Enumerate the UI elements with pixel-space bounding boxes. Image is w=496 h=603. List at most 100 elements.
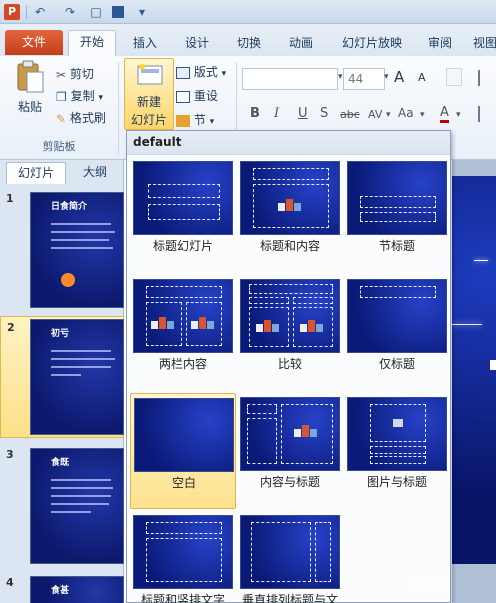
watermark-logo: 亿速云	[410, 577, 447, 591]
content-placeholder	[293, 307, 333, 347]
title-placeholder	[146, 522, 222, 534]
layout-title-slide[interactable]: 标题幻灯片	[130, 157, 236, 273]
section-icon	[176, 114, 190, 127]
tab-slideshow[interactable]: 幻灯片放映	[332, 32, 412, 56]
slide-thumbnail[interactable]: 食甚	[30, 576, 124, 603]
slide-number: 4	[6, 576, 14, 589]
layout-button[interactable]: 版式 ▾	[176, 62, 226, 82]
picture-icon	[393, 419, 403, 427]
slide-thumbnail-row[interactable]: 3 食既	[0, 444, 124, 568]
tab-animations[interactable]: 动画	[280, 32, 322, 56]
slide-thumbnail-row[interactable]: 4 食甚	[0, 572, 124, 603]
clear-formatting-icon[interactable]	[446, 68, 462, 86]
layout-blank[interactable]: 空白	[130, 393, 236, 509]
section-button[interactable]: 节 ▾	[176, 110, 214, 130]
shrink-font-button[interactable]: A	[418, 71, 426, 84]
sun-image	[61, 273, 75, 287]
font-size-input[interactable]: 44	[343, 68, 385, 90]
grow-font-button[interactable]: A	[394, 68, 404, 86]
layout-comparison[interactable]: 比较	[237, 275, 343, 391]
section-label: 节	[193, 113, 206, 127]
layout-title-only[interactable]: 仅标题	[344, 275, 450, 391]
new-document-icon[interactable]: □	[88, 4, 104, 20]
slide-thumbnail[interactable]: 食既	[30, 448, 124, 564]
undo-icon[interactable]: ↶	[32, 4, 48, 20]
chevron-down-icon[interactable]: ▾	[386, 110, 391, 120]
tab-review[interactable]: 审阅	[420, 32, 460, 56]
layout-thumbnail	[133, 515, 233, 589]
slide-text-line	[51, 511, 91, 513]
title-placeholder	[370, 446, 426, 454]
tab-insert[interactable]: 插入	[124, 32, 166, 56]
copy-button[interactable]: ❐ 复制 ▾	[56, 86, 103, 106]
star-sparkle	[474, 260, 488, 261]
content-icons	[278, 199, 306, 215]
slide-thumbnail-row[interactable]: 2 初亏	[0, 316, 124, 438]
layout-title-and-content[interactable]: 标题和内容	[237, 157, 343, 273]
tab-file[interactable]: 文件	[5, 30, 63, 55]
paste-button[interactable]: 粘贴	[10, 60, 50, 132]
new-slide-button[interactable]: 新建 幻灯片	[124, 58, 174, 130]
tab-design[interactable]: 设计	[176, 32, 218, 56]
current-slide-canvas[interactable]	[452, 176, 496, 564]
italic-button[interactable]: I	[274, 106, 279, 121]
layout-picture-with-caption[interactable]: 图片与标题	[344, 393, 450, 509]
tab-transitions[interactable]: 切换	[228, 32, 270, 56]
slides-pane: 幻灯片 大纲 1 日食简介 2 初亏 3 食既 4 食甚	[0, 160, 124, 603]
tab-view[interactable]: 视图	[470, 32, 496, 56]
layout-content-with-caption[interactable]: 内容与标题	[237, 393, 343, 509]
layout-name: 标题和竖排文字	[140, 593, 225, 603]
subtitle-placeholder	[148, 204, 220, 220]
vertical-title-placeholder	[315, 522, 331, 582]
title-placeholder	[253, 168, 329, 180]
font-name-input[interactable]	[242, 68, 338, 90]
chevron-down-icon[interactable]: ▾	[420, 110, 425, 120]
content-icons	[256, 320, 284, 336]
title-placeholder	[247, 404, 277, 414]
text-shadow-button[interactable]: S	[320, 106, 328, 121]
tab-slides[interactable]: 幻灯片	[6, 162, 66, 184]
tab-home[interactable]: 开始	[68, 30, 116, 56]
bold-button[interactable]: B	[250, 106, 260, 121]
paste-icon	[17, 60, 44, 93]
slide-text-line	[51, 479, 111, 481]
layout-vertical-title-and-text[interactable]: 垂直排列标题与文	[237, 511, 343, 603]
tab-outline[interactable]: 大纲	[70, 162, 120, 184]
slide-title: 日食简介	[51, 202, 88, 212]
customize-qat-icon[interactable]: ▾	[134, 4, 150, 20]
underline-button[interactable]: U	[298, 106, 308, 121]
character-spacing-button[interactable]: AV	[368, 108, 382, 121]
format-painter-button[interactable]: ✎ 格式刷	[56, 108, 106, 128]
new-slide-label-1: 新建	[136, 95, 161, 109]
slide-thumbnail[interactable]: 初亏	[30, 319, 124, 435]
font-color-button[interactable]: A	[440, 106, 449, 123]
redo-icon[interactable]: ↷	[62, 4, 78, 20]
new-slide-label-2: 幻灯片	[130, 113, 167, 127]
layout-section-header[interactable]: 节标题	[344, 157, 450, 273]
reset-button[interactable]: 重设	[176, 86, 218, 106]
powerpoint-app-icon[interactable]: P	[4, 4, 20, 20]
align-left-icon[interactable]	[478, 106, 492, 122]
title-bar: P ↶ ↷ □ ▾	[0, 0, 496, 24]
layout-title-and-vertical-text[interactable]: 标题和竖排文字	[130, 511, 236, 603]
chevron-down-icon: ▾	[221, 69, 227, 79]
format-painter-label: 格式刷	[69, 111, 106, 125]
chevron-down-icon[interactable]: ▾	[384, 72, 389, 82]
cut-button[interactable]: ✂ 剪切	[56, 64, 94, 84]
copy-icon: ❐	[56, 89, 67, 104]
reset-label: 重设	[193, 89, 218, 103]
change-case-button[interactable]: Aa	[398, 106, 414, 120]
content-icons	[191, 317, 219, 333]
save-icon[interactable]	[112, 6, 124, 18]
slide-thumbnail[interactable]: 日食简介	[30, 192, 124, 308]
slide-number: 1	[6, 192, 14, 205]
layout-thumbnail	[134, 398, 234, 472]
slide-text-line	[51, 366, 111, 368]
chevron-down-icon[interactable]: ▾	[456, 110, 461, 120]
layout-two-content[interactable]: 两栏内容	[130, 275, 236, 391]
bullets-icon[interactable]	[478, 70, 492, 86]
chevron-down-icon[interactable]: ▾	[338, 72, 343, 82]
slide-thumbnail-row[interactable]: 1 日食简介	[0, 188, 124, 312]
strikethrough-button[interactable]: abc	[340, 108, 360, 121]
slide-text-line	[51, 487, 113, 489]
